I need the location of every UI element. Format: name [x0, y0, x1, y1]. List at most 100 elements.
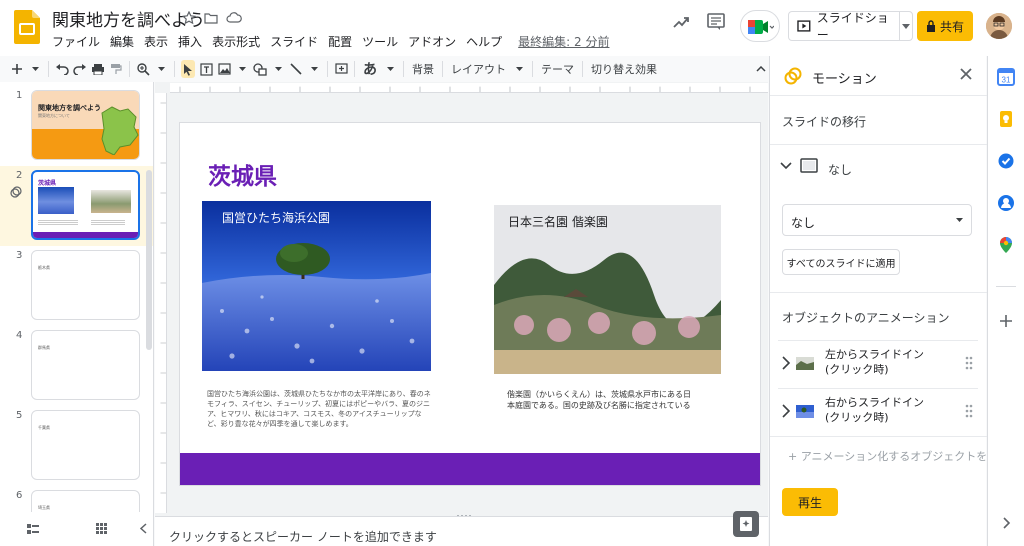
right-body-text[interactable]: 偕楽園（かいらくえん）は、茨城県水戸市にある日本庭園である。国の史跡及び名勝に指… — [507, 389, 692, 411]
slides-logo-icon[interactable] — [14, 10, 40, 44]
slide-footer-band[interactable] — [180, 453, 760, 485]
menu-view[interactable]: 表示 — [144, 33, 168, 50]
line-button[interactable] — [289, 60, 303, 78]
layout-dropdown[interactable] — [512, 60, 526, 78]
transition-preview-icon — [800, 158, 818, 173]
new-slide-button[interactable] — [10, 60, 24, 78]
maps-icon[interactable] — [997, 236, 1015, 254]
slide-filmstrip[interactable]: 1 関東地方を調べよう 関東地方について 2 茨城県 3 栃木県 4 群馬県 5… — [0, 82, 154, 512]
text-box-button[interactable] — [199, 60, 213, 78]
slide-title[interactable]: 茨城県 — [208, 157, 277, 191]
filmstrip-view-icon[interactable] — [27, 524, 39, 534]
drag-handle-icon[interactable] — [964, 403, 974, 419]
close-icon[interactable] — [958, 66, 974, 82]
image-dropdown[interactable] — [235, 60, 249, 78]
left-image-caption[interactable]: 国営ひたち海浜公園 — [222, 209, 330, 226]
menu-slide[interactable]: スライド — [270, 33, 318, 50]
layout-button[interactable]: レイアウト — [449, 60, 508, 78]
kairakuen-image[interactable]: 日本三名園 偕楽園 — [494, 205, 721, 374]
background-button[interactable]: 背景 — [410, 60, 436, 78]
slide-thumbnail-2[interactable]: 茨城県 — [31, 170, 140, 240]
filmstrip-scrollbar[interactable] — [146, 170, 152, 350]
slide-thumbnail-4[interactable]: 群馬県 — [31, 330, 140, 400]
share-button[interactable]: 共有 — [917, 11, 973, 41]
toolbar-divider — [354, 61, 355, 77]
hitachi-park-image[interactable]: 国営ひたち海浜公園 — [202, 201, 431, 371]
speaker-notes-panel[interactable]: クリックするとスピーカー ノートを追加できます — [155, 516, 768, 546]
line-dropdown[interactable] — [307, 60, 321, 78]
add-animation-button[interactable]: + アニメーション化するオブジェクトを選 — [788, 448, 998, 464]
slideshow-button[interactable]: スライドショー — [788, 11, 900, 42]
apply-to-all-slides-button[interactable]: すべてのスライドに適用 — [782, 249, 900, 275]
comment-history-icon[interactable] — [706, 12, 726, 32]
shape-dropdown[interactable] — [271, 60, 285, 78]
animation-item[interactable]: 右からスライドイン (クリック時) — [778, 388, 978, 434]
explore-button[interactable] — [733, 511, 759, 537]
slide-thumbnail-3[interactable]: 栃木県 — [31, 250, 140, 320]
slideshow-label: スライドショー — [816, 11, 889, 42]
move-folder-icon[interactable] — [204, 10, 218, 24]
chevron-right-icon[interactable] — [997, 514, 1015, 532]
transition-current-value[interactable]: なし — [828, 161, 852, 178]
animation-item[interactable]: 左からスライドイン (クリック時) — [778, 340, 978, 386]
zoom-dropdown[interactable] — [154, 60, 168, 78]
shape-button[interactable] — [253, 60, 267, 78]
slideshow-options-button[interactable] — [899, 11, 913, 41]
star-icon[interactable] — [181, 10, 197, 25]
motion-panel-title: モーション — [812, 72, 877, 87]
chevron-right-icon[interactable] — [780, 356, 792, 370]
account-avatar[interactable] — [986, 13, 1012, 39]
menu-edit[interactable]: 編集 — [110, 33, 134, 50]
right-image-caption[interactable]: 日本三名園 偕楽園 — [508, 213, 608, 230]
slide-thumbnail-1[interactable]: 関東地方を調べよう 関東地方について — [31, 90, 140, 160]
add-comment-button[interactable] — [334, 60, 348, 78]
menu-file[interactable]: ファイル — [52, 33, 100, 50]
input-tools-dropdown[interactable] — [383, 60, 397, 78]
menu-tools[interactable]: ツール — [362, 33, 398, 50]
activity-trend-icon[interactable] — [672, 12, 692, 32]
input-tools-button[interactable]: あ — [361, 60, 379, 78]
theme-button[interactable]: テーマ — [539, 60, 576, 78]
cloud-status-icon[interactable] — [226, 10, 242, 24]
chevron-down-icon[interactable] — [780, 162, 792, 170]
add-addon-icon[interactable] — [997, 312, 1015, 330]
object-animation-heading: オブジェクトのアニメーション — [782, 311, 950, 325]
collapse-toolbar-button[interactable] — [754, 60, 768, 78]
undo-button[interactable] — [55, 60, 69, 78]
select-tool-button[interactable] — [181, 60, 195, 78]
current-slide[interactable]: 茨城県 国営ひたち海浜公園 日本三名園 偕楽園 国営ひたち海浜公園は、茨城県ひた… — [180, 123, 760, 485]
slide-thumbnail-6[interactable]: 埼玉県 — [31, 490, 140, 512]
transition-type-select[interactable]: なし — [782, 204, 972, 236]
slide-thumbnail-5[interactable]: 千葉県 — [31, 410, 140, 480]
lock-icon — [926, 20, 935, 32]
menu-format[interactable]: 表示形式 — [212, 33, 260, 50]
horizontal-ruler[interactable] — [170, 83, 768, 93]
share-label: 共有 — [939, 19, 964, 34]
zoom-button[interactable] — [136, 60, 150, 78]
play-button[interactable]: 再生 — [782, 488, 838, 516]
insert-image-button[interactable] — [217, 60, 231, 78]
drag-handle-icon[interactable] — [964, 355, 974, 371]
meet-button[interactable] — [740, 10, 780, 42]
menu-insert[interactable]: 挿入 — [178, 33, 202, 50]
print-button[interactable] — [91, 60, 105, 78]
menu-help[interactable]: ヘルプ — [466, 33, 502, 50]
transition-button[interactable]: 切り替え効果 — [589, 60, 659, 78]
left-body-text[interactable]: 国営ひたち海浜公園は、茨城県ひたちなか市の太平洋岸にあり、春のネモフィラ、スイセ… — [207, 389, 435, 429]
grid-view-icon[interactable] — [96, 523, 107, 534]
menu-arrange[interactable]: 配置 — [328, 33, 352, 50]
new-slide-layout-dropdown[interactable] — [28, 60, 42, 78]
paint-format-button[interactable] — [109, 60, 123, 78]
tasks-icon[interactable] — [997, 152, 1015, 170]
speaker-notes-placeholder[interactable]: クリックするとスピーカー ノートを追加できます — [169, 528, 437, 545]
keep-icon[interactable] — [997, 110, 1015, 128]
calendar-icon[interactable]: 31 — [997, 68, 1015, 86]
redo-button[interactable] — [73, 60, 87, 78]
japanese-garden-icon — [494, 205, 721, 374]
chevron-left-icon[interactable] — [140, 523, 147, 534]
chevron-right-icon[interactable] — [780, 404, 792, 418]
contacts-icon[interactable] — [997, 194, 1015, 212]
last-edit-link[interactable]: 最終編集: 2 分前 — [518, 33, 609, 50]
vertical-ruler[interactable] — [155, 93, 167, 513]
menu-addons[interactable]: アドオン — [408, 33, 456, 50]
